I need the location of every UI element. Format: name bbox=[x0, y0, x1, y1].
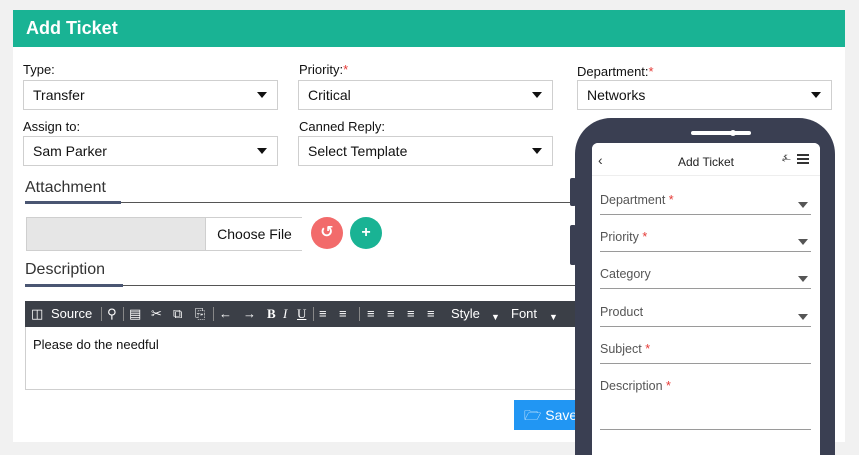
add-attachment-button[interactable]: + bbox=[350, 217, 382, 249]
align-justify-icon[interactable]: ≡ bbox=[427, 306, 435, 322]
chevron-down-icon: ▼ bbox=[491, 312, 500, 322]
toolbar-separator bbox=[359, 307, 360, 321]
chevron-down-icon bbox=[532, 92, 542, 98]
italic-icon[interactable]: I bbox=[283, 306, 287, 322]
bullet-list-icon[interactable]: ≡ bbox=[339, 306, 347, 322]
chevron-down-icon bbox=[798, 314, 808, 320]
type-select[interactable]: Transfer bbox=[23, 80, 278, 110]
phone-mockup: ‹ Add Ticket ⍼ Department * Priority * C… bbox=[575, 118, 835, 455]
priority-select[interactable]: Critical bbox=[298, 80, 553, 110]
toolbar-separator bbox=[101, 307, 102, 321]
menu-icon[interactable] bbox=[797, 154, 809, 166]
chevron-down-icon bbox=[257, 92, 267, 98]
bold-icon[interactable]: B bbox=[267, 306, 276, 322]
phone-speaker bbox=[691, 131, 751, 135]
paste-icon[interactable]: ⎘ bbox=[195, 306, 205, 322]
page-title: Add Ticket bbox=[13, 10, 845, 47]
chevron-down-icon bbox=[798, 202, 808, 208]
chevron-down-icon: ▼ bbox=[549, 312, 558, 322]
chevron-down-icon bbox=[798, 239, 808, 245]
canned-reply-value: Select Template bbox=[308, 143, 408, 159]
cut-icon[interactable]: ✂ bbox=[151, 306, 162, 322]
type-label: Type: bbox=[23, 62, 55, 77]
reset-button[interactable]: ↺ bbox=[311, 217, 343, 249]
type-value: Transfer bbox=[33, 87, 85, 103]
canned-reply-label: Canned Reply: bbox=[299, 119, 385, 134]
priority-label: Priority:* bbox=[299, 62, 349, 77]
chevron-down-icon bbox=[532, 148, 542, 154]
department-value: Networks bbox=[587, 87, 646, 103]
description-underline bbox=[25, 284, 123, 287]
mobile-product-field[interactable]: Product bbox=[600, 305, 811, 327]
arrow-right-icon[interactable]: → bbox=[243, 306, 256, 322]
mobile-department-field[interactable]: Department * bbox=[600, 193, 811, 215]
canned-reply-select[interactable]: Select Template bbox=[298, 136, 553, 166]
phone-side-button bbox=[570, 225, 576, 265]
mobile-subject-field[interactable]: Subject * bbox=[600, 342, 811, 364]
attachment-underline bbox=[25, 201, 121, 204]
choose-file-button[interactable]: Choose File bbox=[205, 218, 303, 250]
mobile-priority-field[interactable]: Priority * bbox=[600, 230, 811, 252]
folder-icon: 🗁 bbox=[524, 407, 542, 423]
editor-toolbar: ◫ Source ⚲ ▤ ✂ ⧉ ⎘ ← → B I U ≡ ≡ ≡ ≡ ≡ ≡… bbox=[25, 301, 585, 327]
phone-side-button bbox=[570, 178, 576, 206]
chevron-down-icon bbox=[257, 148, 267, 154]
assign-to-value: Sam Parker bbox=[33, 143, 107, 159]
mobile-screen: ‹ Add Ticket ⍼ Department * Priority * C… bbox=[592, 143, 820, 455]
file-input[interactable]: Choose File bbox=[26, 217, 303, 251]
refresh-icon: ↺ bbox=[320, 224, 334, 241]
chevron-down-icon bbox=[811, 92, 821, 98]
font-dropdown[interactable]: Font bbox=[511, 306, 537, 322]
assign-to-select[interactable]: Sam Parker bbox=[23, 136, 278, 166]
toolbar-separator bbox=[213, 307, 214, 321]
align-center-icon[interactable]: ≡ bbox=[387, 306, 395, 322]
numbered-list-icon[interactable]: ≡ bbox=[319, 306, 327, 322]
source-icon[interactable]: ◫ bbox=[31, 306, 43, 322]
mobile-category-field[interactable]: Category bbox=[600, 267, 811, 289]
attachment-title: Attachment bbox=[25, 179, 106, 196]
chevron-down-icon bbox=[798, 276, 808, 282]
description-editor[interactable]: Please do the needful bbox=[25, 327, 585, 390]
copy-icon[interactable]: ⧉ bbox=[173, 306, 182, 322]
align-right-icon[interactable]: ≡ bbox=[407, 306, 415, 322]
style-dropdown[interactable]: Style bbox=[451, 306, 480, 322]
mobile-header: ‹ Add Ticket ⍼ bbox=[592, 143, 820, 176]
arrow-left-icon[interactable]: ← bbox=[219, 306, 232, 322]
description-title: Description bbox=[25, 261, 106, 278]
search-icon[interactable]: ⚲ bbox=[107, 306, 117, 322]
phone-camera bbox=[730, 130, 736, 136]
priority-value: Critical bbox=[308, 87, 351, 103]
assign-to-label: Assign to: bbox=[23, 119, 81, 134]
align-left-icon[interactable]: ≡ bbox=[367, 306, 375, 322]
document-icon[interactable]: ▤ bbox=[129, 306, 141, 322]
source-button[interactable]: Source bbox=[51, 306, 92, 322]
department-select[interactable]: Networks bbox=[577, 80, 832, 110]
department-label: Department:* bbox=[577, 64, 654, 79]
toolbar-separator bbox=[313, 307, 314, 321]
bell-icon[interactable]: ⍼ bbox=[782, 153, 791, 164]
plus-icon: + bbox=[361, 224, 371, 241]
mobile-description-field[interactable]: Description * bbox=[600, 379, 811, 430]
underline-icon[interactable]: U bbox=[297, 306, 306, 322]
toolbar-separator bbox=[123, 307, 124, 321]
